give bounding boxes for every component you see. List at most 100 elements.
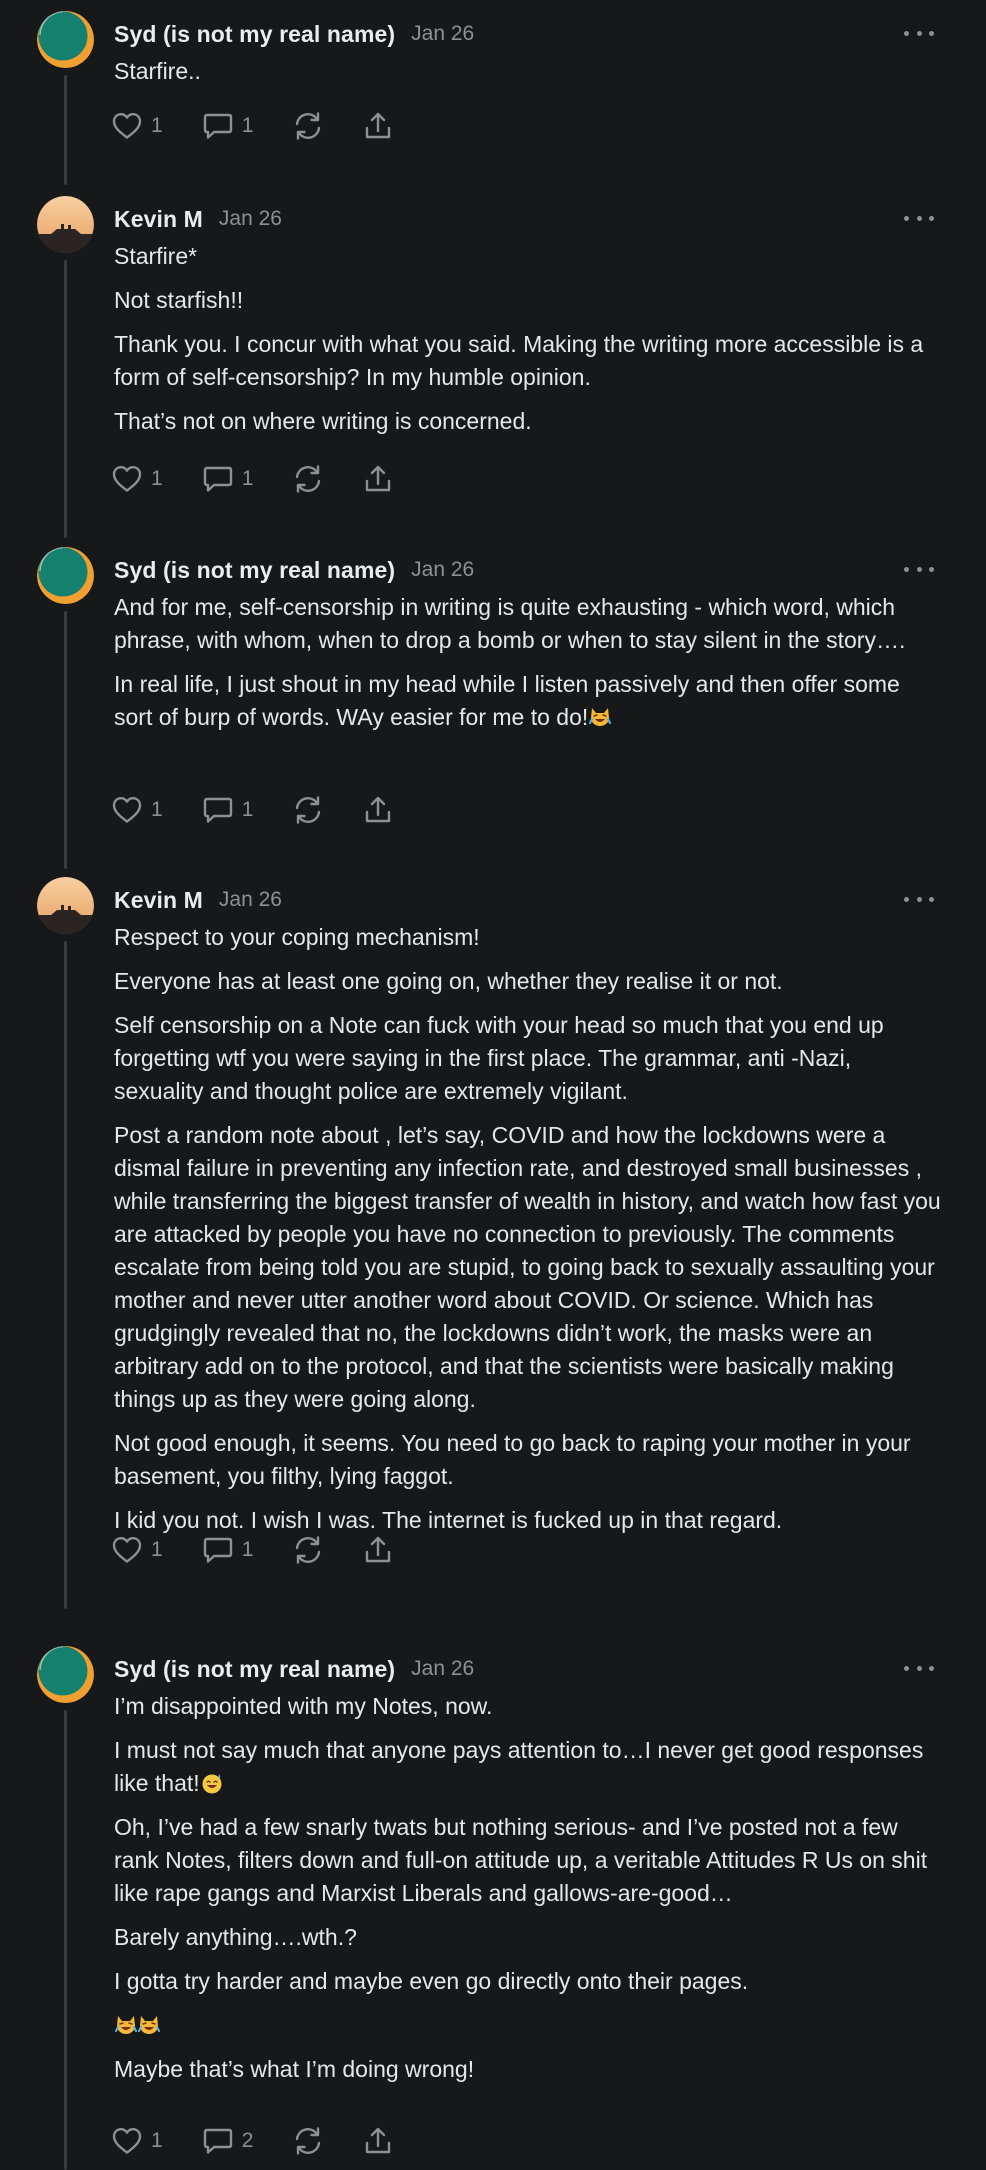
restack-icon: [296, 112, 321, 140]
avatar-kevin[interactable]: [37, 196, 94, 253]
note-header: Syd (is not my real name) Jan 26: [114, 17, 474, 51]
comment-icon: [203, 797, 232, 823]
paragraph: In real life, I just shout in my head wh…: [114, 668, 944, 734]
paragraph-text: In real life, I just shout in my head wh…: [114, 671, 900, 730]
note-date[interactable]: Jan 26: [411, 22, 474, 46]
paragraph: I must not say much that anyone pays att…: [114, 1734, 944, 1800]
like-count: 1: [151, 114, 163, 137]
note-header: Kevin M Jan 26: [114, 883, 282, 917]
note-date[interactable]: Jan 26: [411, 558, 474, 582]
avatar-syd[interactable]: [37, 1646, 94, 1703]
thread-rail: [64, 1710, 67, 2170]
notes-thread: Syd (is not my real name) Jan 26 Starfir…: [0, 0, 986, 2170]
like-count: 1: [151, 467, 163, 490]
paragraph: Not starfish!!: [114, 287, 244, 313]
paragraph: Respect to your coping mechanism!: [114, 924, 480, 950]
author-name[interactable]: Syd (is not my real name): [114, 21, 395, 48]
restack-icon: [296, 796, 321, 824]
note-body: Respect to your coping mechanism! Everyo…: [114, 921, 944, 1548]
paragraph: I gotta try harder and maybe even go dir…: [114, 1968, 749, 1994]
author-name[interactable]: Syd (is not my real name): [114, 1656, 395, 1683]
like-button[interactable]: 1: [112, 1536, 163, 1564]
laughing-cat-emoji: [589, 708, 612, 726]
author-name[interactable]: Kevin M: [114, 206, 203, 233]
more-icon[interactable]: [904, 887, 934, 911]
note-date[interactable]: Jan 26: [219, 888, 282, 912]
comment-icon: [203, 466, 232, 492]
heart-icon: [112, 1537, 142, 1563]
paragraph: Maybe that’s what I’m doing wrong!: [114, 2056, 475, 2082]
like-button[interactable]: 1: [112, 2127, 163, 2155]
like-button[interactable]: 1: [112, 465, 163, 493]
comment-button[interactable]: 1: [203, 1536, 254, 1564]
comment-button[interactable]: 1: [203, 112, 254, 140]
paragraph: Starfire..: [114, 58, 201, 84]
like-count: 1: [151, 2129, 163, 2152]
comment-count: 1: [241, 1538, 254, 1561]
note-date[interactable]: Jan 26: [219, 207, 282, 231]
restack-icon: [296, 2127, 321, 2155]
note-header: Kevin M Jan 26: [114, 202, 282, 236]
comment-count: 1: [241, 798, 254, 821]
like-button[interactable]: 1: [112, 112, 163, 140]
restack-icon: [296, 465, 321, 493]
comment-button[interactable]: 1: [203, 465, 254, 493]
share-icon: [366, 796, 391, 823]
avatar-kevin[interactable]: [37, 877, 94, 934]
comment-icon: [203, 113, 232, 139]
paragraph: Self censorship on a Note can fuck with …: [114, 1012, 884, 1104]
more-icon[interactable]: [904, 21, 934, 45]
note-header: Syd (is not my real name) Jan 26: [114, 553, 474, 587]
note-actions: 1 1: [112, 1532, 433, 1568]
note-header: Syd (is not my real name) Jan 26: [114, 1652, 474, 1686]
note-body: Starfire* Not starfish!! Thank you. I co…: [114, 240, 944, 449]
heart-icon: [112, 466, 142, 492]
share-icon: [366, 1536, 391, 1563]
note-body: And for me, self-censorship in writing i…: [114, 591, 944, 745]
author-name[interactable]: Syd (is not my real name): [114, 557, 395, 584]
more-icon[interactable]: [904, 206, 934, 230]
restack-button[interactable]: [293, 795, 323, 825]
note-actions: 1 2: [112, 2123, 433, 2159]
paragraph: Thank you. I concur with what you said. …: [114, 331, 924, 390]
comment-count: 1: [241, 114, 254, 137]
share-button[interactable]: [363, 2126, 393, 2156]
paragraph: Barely anything….wth.?: [114, 1924, 357, 1950]
avatar-syd[interactable]: [37, 11, 94, 68]
laughing-cat-emoji: [115, 2016, 137, 2034]
laughing-cat-emoji: [138, 2016, 160, 2034]
heart-icon: [112, 2128, 142, 2154]
more-icon[interactable]: [904, 557, 934, 581]
restack-button[interactable]: [293, 1535, 323, 1565]
more-icon[interactable]: [904, 1656, 934, 1680]
avatar-syd[interactable]: [37, 547, 94, 604]
paragraph: Not good enough, it seems. You need to g…: [114, 1430, 911, 1489]
share-button[interactable]: [363, 795, 393, 825]
paragraph-text: I must not say much that anyone pays att…: [114, 1737, 924, 1796]
restack-button[interactable]: [293, 111, 323, 141]
comment-icon: [203, 1537, 232, 1563]
comment-button[interactable]: 2: [203, 2127, 254, 2155]
share-button[interactable]: [363, 1535, 393, 1565]
share-icon: [366, 465, 391, 492]
paragraph: [114, 2009, 944, 2042]
paragraph: And for me, self-censorship in writing i…: [114, 594, 906, 653]
comment-count: 2: [241, 2129, 254, 2152]
comment-icon: [203, 2128, 232, 2154]
restack-button[interactable]: [293, 464, 323, 494]
share-button[interactable]: [363, 111, 393, 141]
share-button[interactable]: [363, 464, 393, 494]
restack-button[interactable]: [293, 2126, 323, 2156]
paragraph: I’m disappointed with my Notes, now.: [114, 1693, 493, 1719]
note-date[interactable]: Jan 26: [411, 1657, 474, 1681]
paragraph: Post a random note about , let’s say, CO…: [114, 1122, 941, 1412]
like-count: 1: [151, 798, 163, 821]
comment-count: 1: [241, 467, 254, 490]
author-name[interactable]: Kevin M: [114, 887, 203, 914]
paragraph: Everyone has at least one going on, whet…: [114, 968, 783, 994]
note-body: Starfire..: [114, 55, 944, 99]
note-actions: 1 1: [112, 461, 433, 497]
comment-button[interactable]: 1: [203, 796, 254, 824]
paragraph: That’s not on where writing is concerned…: [114, 408, 532, 434]
like-button[interactable]: 1: [112, 796, 163, 824]
